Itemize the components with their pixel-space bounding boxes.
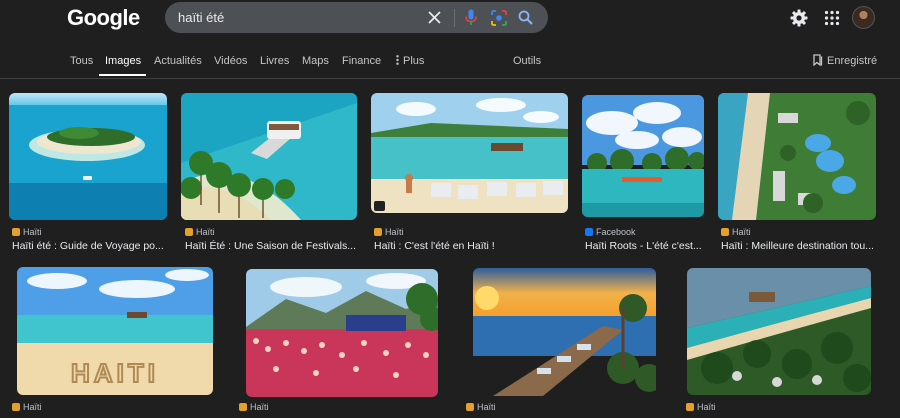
- mic-icon[interactable]: [461, 8, 480, 27]
- tab-videos[interactable]: Vidéos: [214, 55, 247, 67]
- result-title[interactable]: Haïti Été : Une Saison de Festivals...: [185, 240, 360, 252]
- tab-tous[interactable]: Tous: [70, 55, 93, 67]
- tabs-divider: [0, 78, 900, 79]
- top-bar: Google: [0, 0, 900, 40]
- favicon: [12, 403, 20, 411]
- tab-images[interactable]: Images: [105, 55, 141, 67]
- bookmark-icon: [813, 54, 823, 67]
- favicon: [12, 228, 20, 236]
- search-box[interactable]: [165, 2, 548, 33]
- favicon: [686, 403, 694, 411]
- search-divider: [454, 9, 455, 27]
- favicon: [721, 228, 729, 236]
- result-image[interactable]: [371, 93, 568, 213]
- close-icon[interactable]: [425, 8, 444, 27]
- result-source[interactable]: Haïti: [196, 227, 215, 237]
- result-title[interactable]: Haïti Roots - L'été c'est...: [585, 240, 705, 252]
- result-image[interactable]: HAITI: [17, 267, 213, 395]
- result-image[interactable]: [246, 269, 438, 397]
- result-image[interactable]: [718, 93, 876, 220]
- lens-icon[interactable]: [489, 8, 508, 27]
- tab-plus-label: Plus: [403, 55, 425, 67]
- result-source[interactable]: Haïti: [477, 402, 496, 412]
- result-image[interactable]: [181, 93, 357, 220]
- apps-icon[interactable]: [824, 10, 840, 26]
- tab-actualites[interactable]: Actualités: [154, 55, 202, 67]
- facebook-icon: [585, 228, 593, 236]
- saved-label: Enregistré: [827, 55, 878, 67]
- search-icon[interactable]: [516, 8, 535, 27]
- result-title[interactable]: Haïti été : Guide de Voyage po...: [12, 240, 168, 252]
- result-source[interactable]: Haïti: [732, 227, 751, 237]
- favicon: [466, 403, 474, 411]
- tab-plus[interactable]: Plus: [396, 55, 424, 67]
- result-source[interactable]: Haïti: [23, 227, 42, 237]
- google-logo[interactable]: Google: [67, 5, 140, 31]
- result-source[interactable]: Facebook: [596, 227, 636, 237]
- result-title[interactable]: Haïti : C'est l'été en Haïti !: [374, 240, 570, 252]
- result-image[interactable]: [9, 93, 167, 220]
- result-image[interactable]: [473, 268, 656, 396]
- result-source[interactable]: Haïti: [697, 402, 716, 412]
- avatar[interactable]: [852, 6, 875, 29]
- result-source[interactable]: Haïti: [385, 227, 404, 237]
- result-title[interactable]: Haïti : Meilleure destination tou...: [721, 240, 876, 252]
- active-tab-indicator: [99, 74, 146, 76]
- tab-finance[interactable]: Finance: [342, 55, 381, 67]
- result-image[interactable]: [582, 95, 704, 217]
- result-source[interactable]: Haïti: [250, 402, 269, 412]
- sand-writing: HAITI: [71, 358, 159, 388]
- more-vert-icon: [396, 55, 399, 65]
- tools-button[interactable]: Outils: [513, 55, 541, 67]
- result-source[interactable]: Haïti: [23, 402, 42, 412]
- gear-icon[interactable]: [790, 9, 808, 27]
- favicon: [374, 228, 382, 236]
- tab-livres[interactable]: Livres: [260, 55, 289, 67]
- tab-maps[interactable]: Maps: [302, 55, 329, 67]
- favicon: [239, 403, 247, 411]
- saved-button[interactable]: Enregistré: [813, 54, 877, 67]
- result-image[interactable]: [687, 268, 871, 395]
- favicon: [185, 228, 193, 236]
- search-input[interactable]: [178, 8, 418, 27]
